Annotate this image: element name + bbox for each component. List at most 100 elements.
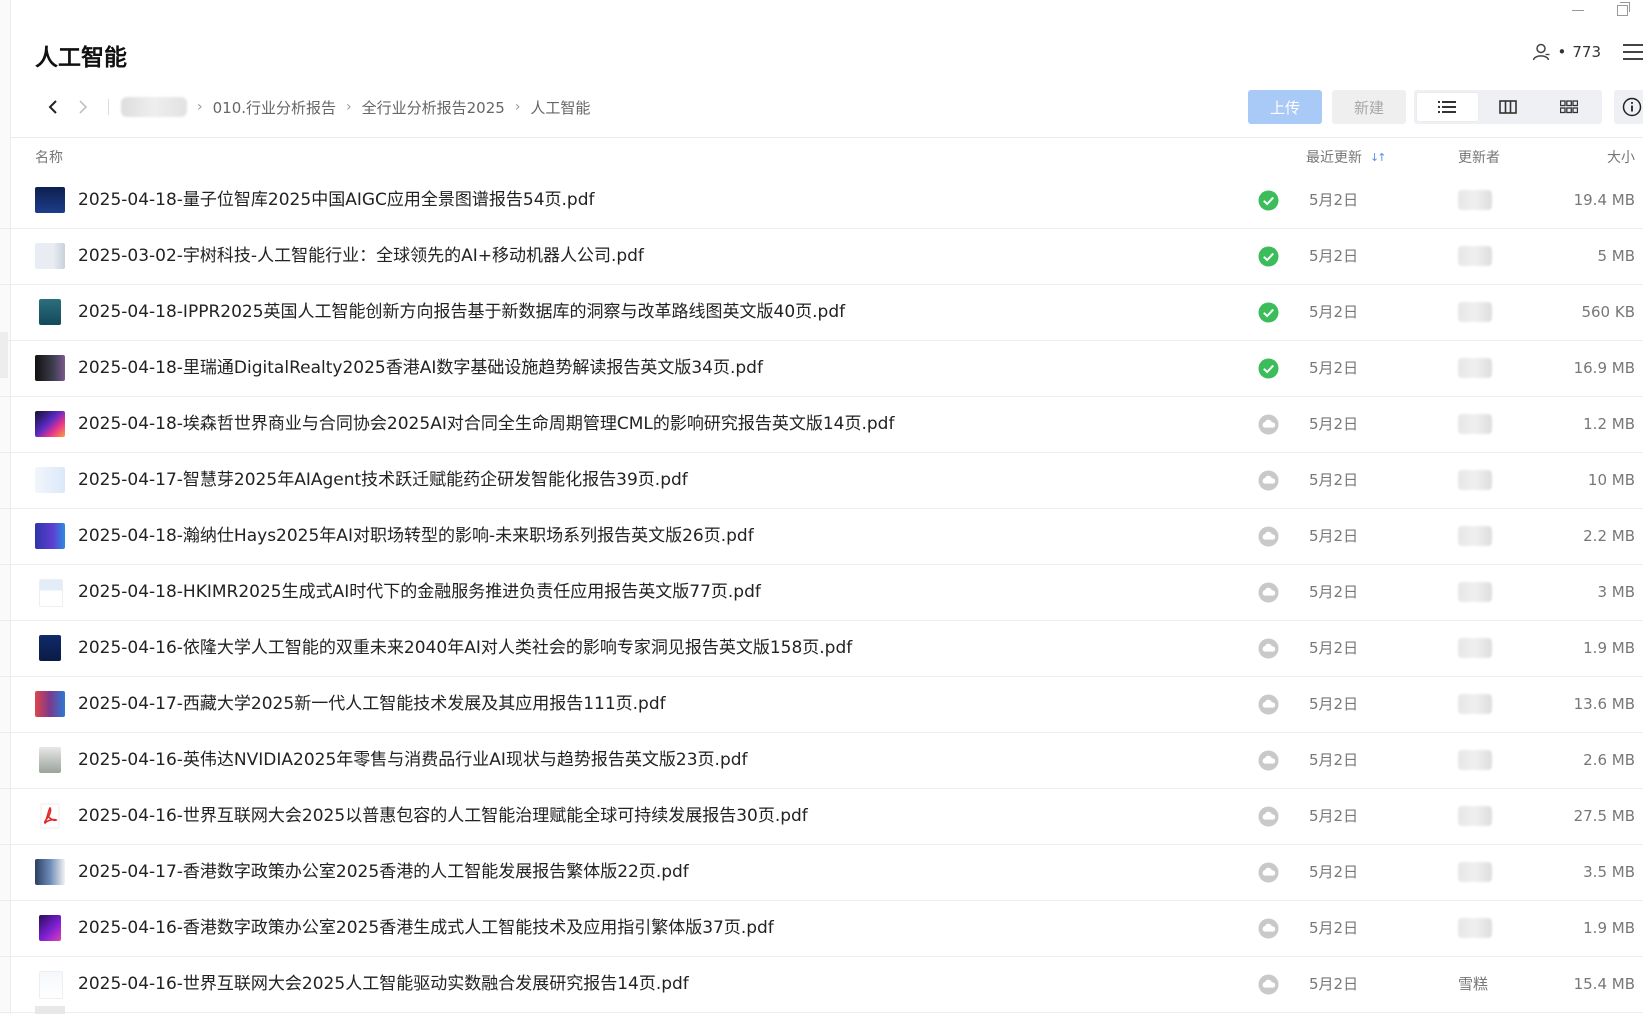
file-name[interactable]: 2025-04-16-依隆大学人工智能的双重未来2040年AI对人类社会的影响专… (78, 621, 852, 676)
chevron-left-icon (48, 100, 57, 114)
breadcrumb-item[interactable]: 010.行业分析报告 (213, 97, 336, 118)
menu-icon[interactable] (1623, 44, 1643, 65)
file-thumbnail (39, 971, 63, 999)
grid-view-button[interactable] (1538, 93, 1599, 121)
file-name[interactable]: 2025-04-18-里瑞通DigitalRealty2025香港AI数字基础设… (78, 341, 763, 396)
window-controls (1567, 0, 1633, 22)
file-list: 2025-04-18-量子位智库2025中国AIGC应用全景图谱报告54页.pd… (0, 173, 1643, 1013)
updated-date: 5月2日 (1309, 471, 1359, 489)
file-name[interactable]: 2025-04-18-IPPR2025英国人工智能创新方向报告基于新数据库的洞察… (78, 285, 845, 340)
cloud-pending-icon (1258, 806, 1279, 827)
file-name[interactable]: 2025-04-16-英伟达NVIDIA2025年零售与消费品行业AI现状与趋势… (78, 733, 748, 788)
file-size: 3.5 MB (1583, 863, 1635, 881)
table-row[interactable]: 2025-04-18-量子位智库2025中国AIGC应用全景图谱报告54页.pd… (0, 173, 1643, 229)
table-row[interactable]: 2025-04-16-英伟达NVIDIA2025年零售与消费品行业AI现状与趋势… (0, 733, 1643, 789)
cloud-pending-icon (1258, 918, 1279, 939)
updated-date: 5月2日 (1309, 975, 1359, 993)
cloud-pending-icon (1258, 470, 1279, 491)
members-button[interactable]: • 773 (1532, 42, 1601, 62)
table-row[interactable]: 2025-04-16-世界互联网大会2025以普惠包容的人工智能治理赋能全球可持… (0, 789, 1643, 845)
breadcrumb-current: 人工智能 (530, 98, 591, 117)
cloud-pending-icon (1258, 974, 1279, 995)
header-divider (10, 137, 1643, 138)
file-name[interactable]: 2025-04-18-量子位智库2025中国AIGC应用全景图谱报告54页.pd… (78, 173, 594, 228)
updater-redacted (1458, 862, 1492, 882)
updater-redacted (1458, 302, 1492, 322)
toolbar: 上传 新建 (1248, 90, 1643, 124)
table-header: 名称 最近更新 ↓↑ 更新者 大小 (0, 140, 1643, 172)
file-name[interactable]: 2025-04-16-世界互联网大会2025以普惠包容的人工智能治理赋能全球可持… (78, 789, 808, 844)
file-name[interactable]: 2025-04-18-埃森哲世界商业与合同协会2025AI对合同全生命周期管理C… (78, 397, 894, 452)
file-size: 19.4 MB (1573, 191, 1635, 209)
file-name[interactable]: 2025-04-17-智慧芽2025年AIAgent技术跃迁赋能药企研发智能化报… (78, 453, 688, 508)
column-header-updater[interactable]: 更新者 (1458, 147, 1500, 167)
updated-date: 5月2日 (1309, 583, 1359, 601)
file-name[interactable]: 2025-03-02-宇树科技-人工智能行业：全球领先的AI+移动机器人公司.p… (78, 229, 644, 284)
pdf-file-icon (35, 803, 65, 829)
table-row[interactable]: 2025-04-17-香港数字政策办公室2025香港的人工智能发展报告繁体版22… (0, 845, 1643, 901)
table-row[interactable]: 2025-04-17-智慧芽2025年AIAgent技术跃迁赋能药企研发智能化报… (0, 453, 1643, 509)
table-row[interactable]: 2025-04-18-瀚纳仕Hays2025年AI对职场转型的影响-未来职场系列… (0, 509, 1643, 565)
file-name[interactable]: 2025-04-16-世界互联网大会2025人工智能驱动实数融合发展研究报告14… (78, 957, 689, 1012)
table-row[interactable]: 2025-04-16-香港数字政策办公室2025香港生成式人工智能技术及应用指引… (0, 901, 1643, 957)
list-view-button[interactable] (1417, 93, 1478, 121)
minimize-icon[interactable] (1567, 1, 1589, 21)
cloud-pending-icon (1258, 582, 1279, 603)
file-name[interactable]: 2025-04-16-香港数字政策办公室2025香港生成式人工智能技术及应用指引… (78, 901, 774, 956)
updater-redacted (1458, 246, 1492, 266)
page-title: 人工智能 (35, 45, 127, 71)
file-thumbnail (35, 523, 65, 549)
forward-button[interactable] (68, 92, 98, 122)
table-row[interactable]: 2025-03-02-宇树科技-人工智能行业：全球领先的AI+移动机器人公司.p… (0, 229, 1643, 285)
breadcrumb-item[interactable]: 全行业分析报告2025 (362, 97, 505, 118)
table-row[interactable]: 2025-04-18-HKIMR2025生成式AI时代下的金融服务推进负责任应用… (0, 565, 1643, 621)
updated-date: 5月2日 (1309, 863, 1359, 881)
file-name[interactable]: 2025-04-18-瀚纳仕Hays2025年AI对职场转型的影响-未来职场系列… (78, 509, 754, 564)
column-header-updated[interactable]: 最近更新 ↓↑ (1306, 147, 1387, 167)
updater-redacted (1458, 358, 1492, 378)
table-row[interactable]: 2025-04-16-世界互联网大会2025人工智能驱动实数融合发展研究报告14… (0, 957, 1643, 1013)
table-row[interactable]: 2025-04-16-依隆大学人工智能的双重未来2040年AI对人类社会的影响专… (0, 621, 1643, 677)
file-size: 2.6 MB (1583, 751, 1635, 769)
restore-icon[interactable] (1611, 1, 1633, 21)
cloud-pending-icon (1258, 750, 1279, 771)
cloud-pending-icon (1258, 414, 1279, 435)
file-thumbnail (39, 579, 63, 607)
chevron-right-icon: › (197, 99, 203, 115)
column-header-size[interactable]: 大小 (1607, 147, 1635, 167)
new-button[interactable]: 新建 (1332, 90, 1406, 124)
person-icon (1532, 43, 1549, 61)
file-size: 3 MB (1597, 583, 1635, 601)
file-thumbnail (35, 187, 65, 213)
file-name[interactable]: 2025-04-17-西藏大学2025新一代人工智能技术发展及其应用报告111页… (78, 677, 666, 732)
back-button[interactable] (38, 92, 68, 122)
breadcrumb-root-redacted[interactable] (121, 97, 187, 117)
file-name[interactable]: 2025-04-17-香港数字政策办公室2025香港的人工智能发展报告繁体版22… (78, 845, 689, 900)
column-view-button[interactable] (1478, 93, 1539, 121)
cloud-pending-icon (1258, 694, 1279, 715)
cloud-pending-icon (1258, 638, 1279, 659)
cloud-pending-icon (1258, 862, 1279, 883)
upload-button[interactable]: 上传 (1248, 90, 1322, 124)
table-row[interactable]: 2025-04-18-埃森哲世界商业与合同协会2025AI对合同全生命周期管理C… (0, 397, 1643, 453)
chevron-right-icon (79, 100, 88, 114)
file-size: 1.9 MB (1583, 639, 1635, 657)
chevron-right-icon: › (346, 99, 352, 115)
table-row[interactable]: 2025-04-17-西藏大学2025新一代人工智能技术发展及其应用报告111页… (0, 677, 1643, 733)
file-thumbnail (35, 411, 65, 437)
updater-redacted (1458, 470, 1492, 490)
file-thumbnail (39, 915, 61, 941)
table-row[interactable]: 2025-04-18-IPPR2025英国人工智能创新方向报告基于新数据库的洞察… (0, 285, 1643, 341)
column-header-name[interactable]: 名称 (35, 147, 63, 167)
info-button[interactable] (1614, 90, 1643, 124)
file-size: 1.2 MB (1583, 415, 1635, 433)
file-thumbnail (39, 299, 61, 325)
file-thumbnail (35, 243, 65, 269)
file-size: 15.4 MB (1573, 975, 1635, 993)
table-row[interactable]: 2025-04-18-里瑞通DigitalRealty2025香港AI数字基础设… (0, 341, 1643, 397)
synced-check-icon (1258, 246, 1279, 267)
file-name[interactable]: 2025-04-18-HKIMR2025生成式AI时代下的金融服务推进负责任应用… (78, 565, 761, 620)
next-file-thumbnail-partial (35, 1006, 65, 1014)
column-header-updated-label: 最近更新 (1306, 150, 1362, 166)
file-size: 5 MB (1597, 247, 1635, 265)
